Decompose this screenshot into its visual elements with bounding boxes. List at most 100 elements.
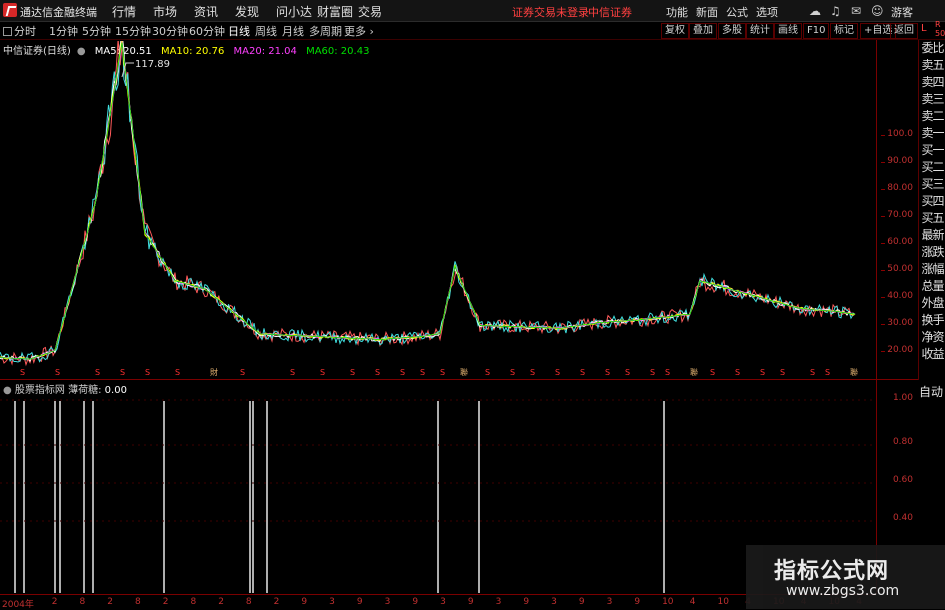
login-status[interactable]: 证券交易未登录: [512, 4, 589, 20]
side-item[interactable]: 总量: [919, 278, 945, 295]
back-button[interactable]: 返回: [890, 23, 918, 39]
menu-new-page[interactable]: 新面: [696, 6, 718, 19]
side-item[interactable]: 买四: [919, 193, 945, 210]
event-marker[interactable]: S: [240, 368, 245, 377]
cloud-icon[interactable]: ☁: [809, 4, 821, 18]
stats-button[interactable]: 统计: [746, 23, 774, 39]
event-marker[interactable]: S: [825, 368, 830, 377]
event-marker[interactable]: S: [665, 368, 670, 377]
event-marker[interactable]: S: [175, 368, 180, 377]
adjust-button[interactable]: 复权: [661, 23, 689, 39]
tab-5min[interactable]: 5分钟: [82, 23, 111, 39]
side-item[interactable]: 买五: [919, 210, 945, 227]
menu-item-trade[interactable]: 交易: [358, 3, 399, 20]
broker-name[interactable]: 中信证券: [588, 4, 632, 20]
event-marker[interactable]: S: [375, 368, 380, 377]
event-marker[interactable]: S: [485, 368, 490, 377]
event-marker[interactable]: S: [20, 368, 25, 377]
user-icon[interactable]: ☺: [871, 4, 884, 18]
event-marker[interactable]: S: [710, 368, 715, 377]
side-item[interactable]: 收益: [919, 346, 945, 363]
menu-item-discover[interactable]: 发现: [235, 3, 276, 20]
side-item[interactable]: 买三: [919, 176, 945, 193]
menu-function[interactable]: 功能: [666, 6, 688, 19]
event-marker[interactable]: S: [510, 368, 515, 377]
event-marker[interactable]: S: [420, 368, 425, 377]
side-item[interactable]: 买一: [919, 142, 945, 159]
menu-formula[interactable]: 公式: [726, 6, 748, 19]
side-item[interactable]: 涨跌: [919, 244, 945, 261]
side-item[interactable]: 卖五: [919, 57, 945, 74]
event-marker[interactable]: S: [780, 368, 785, 377]
tab-60min[interactable]: 60分钟: [189, 23, 225, 39]
app-title: 通达信金融终端: [20, 6, 97, 19]
menu-item-wealth[interactable]: 财富圈: [317, 3, 358, 20]
event-marker[interactable]: S: [605, 368, 610, 377]
side-item[interactable]: 换手: [919, 312, 945, 329]
event-marker[interactable]: S: [530, 368, 535, 377]
event-marker[interactable]: 財: [210, 367, 218, 377]
side-item[interactable]: 净资: [919, 329, 945, 346]
event-marker[interactable]: S: [350, 368, 355, 377]
event-marker[interactable]: S: [120, 368, 125, 377]
event-marker[interactable]: S: [290, 368, 295, 377]
event-marker[interactable]: S: [320, 368, 325, 377]
event-marker[interactable]: S: [95, 368, 100, 377]
menu-item-market[interactable]: 市场: [153, 3, 194, 20]
panel-divider[interactable]: [0, 379, 918, 380]
menu-options[interactable]: 选项: [756, 6, 778, 19]
mark-button[interactable]: 标记: [830, 23, 858, 39]
event-marker[interactable]: S: [760, 368, 765, 377]
right-menu: 功能 新面 公式 选项: [666, 4, 786, 20]
price-tick: 100.0: [881, 129, 913, 139]
event-marker[interactable]: S: [735, 368, 740, 377]
f10-button[interactable]: F10: [803, 23, 830, 39]
tab-monthly[interactable]: 月线: [282, 23, 304, 39]
event-marker[interactable]: S: [580, 368, 585, 377]
tab-multi-period[interactable]: 多周期: [309, 23, 342, 39]
tab-more[interactable]: 更多 ›: [344, 23, 374, 39]
event-marker[interactable]: S: [145, 368, 150, 377]
event-marker[interactable]: 聯: [460, 367, 468, 377]
time-axis-label: 9: [467, 597, 474, 607]
price-chart[interactable]: SSSSSS財SSSSSSSS聯SSSSSSSSS聯SSSSSS聯: [0, 41, 876, 379]
side-item[interactable]: 卖二: [919, 108, 945, 125]
draw-button[interactable]: 画线: [774, 23, 802, 39]
overlay-button[interactable]: 叠加: [689, 23, 717, 39]
bell-icon[interactable]: ♫: [830, 4, 841, 18]
guest-label[interactable]: 游客: [891, 4, 913, 20]
auto-button[interactable]: 自动: [918, 383, 944, 400]
tab-daily[interactable]: 日线: [228, 23, 250, 39]
square-icon: [3, 27, 12, 36]
indicator-chart[interactable]: [0, 381, 876, 593]
event-marker[interactable]: 聯: [850, 367, 858, 377]
menu-item-quotes[interactable]: 行情: [112, 3, 153, 20]
tab-intraday[interactable]: 分时: [3, 23, 36, 39]
tab-weekly[interactable]: 周线: [255, 23, 277, 39]
side-item[interactable]: 涨幅: [919, 261, 945, 278]
event-marker[interactable]: 聯: [690, 367, 698, 377]
side-item[interactable]: 委比: [919, 40, 945, 57]
side-item[interactable]: 外盘: [919, 295, 945, 312]
message-icon[interactable]: ✉: [851, 4, 861, 18]
side-item[interactable]: 卖三: [919, 91, 945, 108]
event-marker[interactable]: S: [400, 368, 405, 377]
event-marker[interactable]: S: [440, 368, 445, 377]
time-axis-label: 9: [578, 597, 585, 607]
event-marker[interactable]: S: [625, 368, 630, 377]
tab-30min[interactable]: 30分钟: [152, 23, 188, 39]
side-item[interactable]: 卖四: [919, 74, 945, 91]
menu-item-news[interactable]: 资讯: [194, 3, 235, 20]
side-item[interactable]: 卖一: [919, 125, 945, 142]
event-marker[interactable]: S: [650, 368, 655, 377]
side-item[interactable]: 买二: [919, 159, 945, 176]
multi-stock-button[interactable]: 多股: [718, 23, 746, 39]
event-marker[interactable]: S: [555, 368, 560, 377]
tab-15min[interactable]: 15分钟: [115, 23, 151, 39]
event-marker[interactable]: S: [810, 368, 815, 377]
side-item[interactable]: 最新: [919, 227, 945, 244]
menu-item-ask[interactable]: 问小达: [276, 3, 317, 20]
event-marker[interactable]: S: [55, 368, 60, 377]
app-logo-icon: [3, 3, 17, 17]
tab-1min[interactable]: 1分钟: [49, 23, 78, 39]
